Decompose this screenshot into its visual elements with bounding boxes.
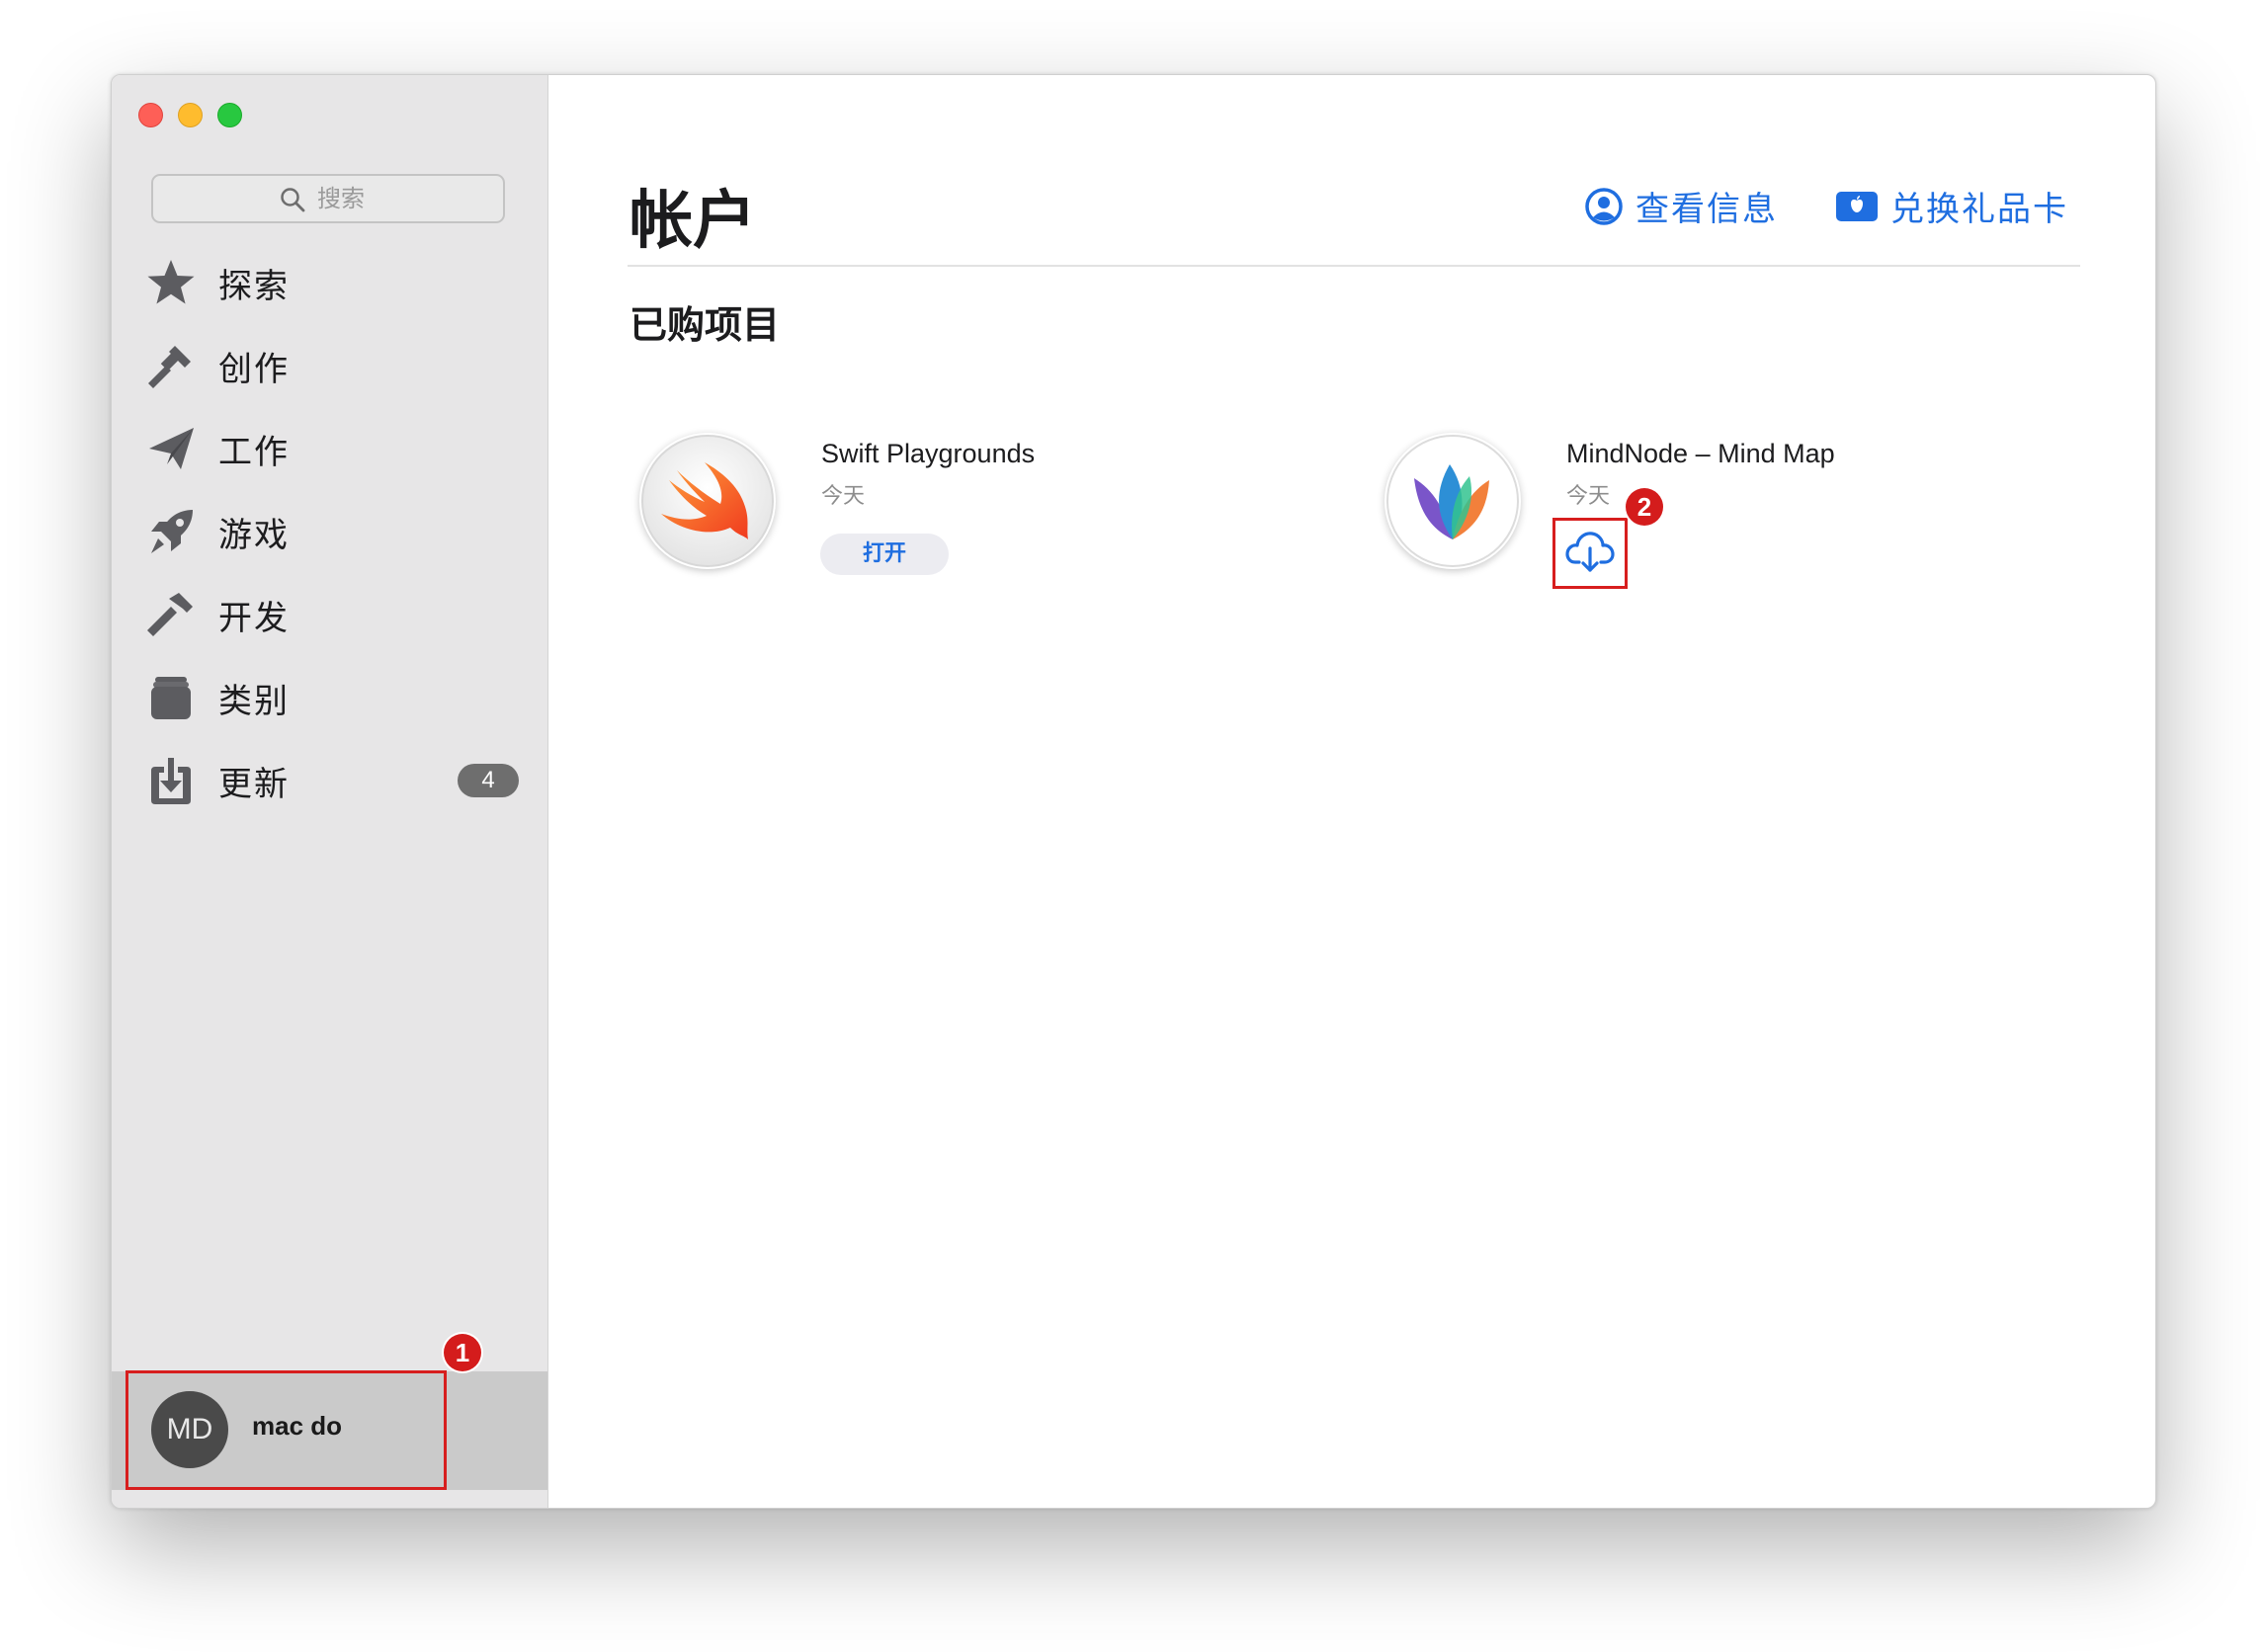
- sidebar-item-categories[interactable]: 类别: [143, 668, 519, 727]
- redeem-gift-card-link[interactable]: 兑换礼品卡: [1835, 182, 2068, 230]
- stack-icon: [143, 670, 199, 725]
- close-window-button[interactable]: [138, 103, 163, 127]
- annotation-box-account: [126, 1370, 447, 1490]
- paper-plane-icon: [143, 421, 199, 476]
- download-icon: [143, 753, 199, 808]
- mindnode-icon: [1386, 435, 1519, 567]
- app-name[interactable]: MindNode – Mind Map: [1566, 439, 1835, 469]
- app-store-window: 探索 创作 工作: [111, 74, 2156, 1509]
- swift-icon: [641, 435, 774, 567]
- rocket-icon: [143, 504, 199, 559]
- sidebar: 探索 创作 工作: [112, 75, 548, 1508]
- sidebar-item-label: 类别: [218, 681, 290, 721]
- sidebar-item-label: 更新: [218, 764, 290, 804]
- view-info-link[interactable]: 查看信息: [1584, 182, 1778, 230]
- updates-count-badge: 4: [458, 764, 519, 797]
- search-field[interactable]: [151, 174, 505, 223]
- brush-icon: [143, 338, 199, 393]
- view-info-label: 查看信息: [1636, 190, 1778, 229]
- zoom-window-button[interactable]: [217, 103, 242, 127]
- sidebar-item-discover[interactable]: 探索: [143, 253, 519, 312]
- sidebar-item-label: 开发: [218, 598, 290, 638]
- sidebar-item-label: 创作: [218, 349, 290, 389]
- person-circle-icon: [1585, 187, 1623, 225]
- section-title: 已购项目: [629, 303, 781, 347]
- sidebar-item-create[interactable]: 创作: [143, 336, 519, 395]
- annotation-marker-2: 2: [1626, 488, 1663, 526]
- sidebar-item-updates[interactable]: 更新 4: [143, 751, 519, 810]
- mindnode-app-icon[interactable]: [1384, 433, 1521, 569]
- app-purchase-date: 今天: [1566, 484, 1611, 509]
- sidebar-item-label: 工作: [218, 432, 290, 472]
- search-icon: [281, 188, 305, 212]
- minimize-window-button[interactable]: [178, 103, 203, 127]
- redeem-label: 兑换礼品卡: [1890, 190, 2068, 229]
- annotation-box-download: [1552, 518, 1628, 589]
- star-icon: [143, 255, 199, 310]
- swift-playgrounds-app-icon[interactable]: [639, 433, 776, 569]
- sidebar-item-work[interactable]: 工作: [143, 419, 519, 478]
- header-divider: [628, 265, 2080, 267]
- gift-card-icon: [1836, 191, 1878, 221]
- app-name[interactable]: Swift Playgrounds: [821, 439, 1035, 469]
- open-button[interactable]: 打开: [820, 534, 949, 575]
- hammer-icon: [143, 587, 199, 642]
- sidebar-item-develop[interactable]: 开发: [143, 585, 519, 644]
- app-purchase-date: 今天: [821, 484, 866, 509]
- sidebar-item-label: 游戏: [218, 515, 290, 555]
- annotation-marker-1: 1: [444, 1334, 481, 1371]
- search-input[interactable]: [317, 184, 465, 213]
- sidebar-item-play[interactable]: 游戏: [143, 502, 519, 561]
- sidebar-item-label: 探索: [218, 266, 290, 306]
- page-title: 帐户: [629, 185, 756, 258]
